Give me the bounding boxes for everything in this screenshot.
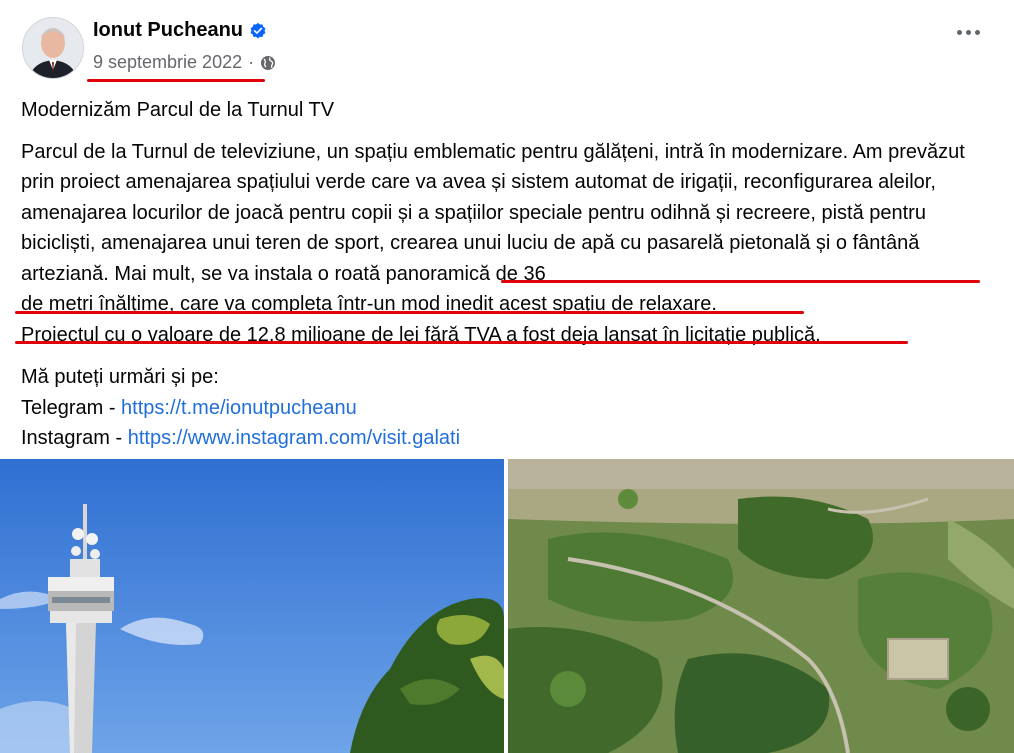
park-aerial-image xyxy=(508,459,1014,753)
post-date[interactable]: 9 septembrie 2022 xyxy=(93,52,242,73)
instagram-label: Instagram - xyxy=(21,427,128,449)
telegram-label: Telegram - xyxy=(21,396,122,419)
more-options-icon[interactable] xyxy=(957,30,980,35)
annotation-underline-1 xyxy=(501,280,980,283)
photo-park-aerial[interactable] xyxy=(508,459,1014,753)
telegram-line: Telegram - https://t.me/ionutpucheanu xyxy=(21,393,996,424)
post-body: Modernizăm Parcul de la Turnul TV Parcul… xyxy=(21,95,996,454)
telegram-link[interactable]: https://t.me/ionutpucheanu xyxy=(121,397,357,419)
avatar-photo xyxy=(23,18,83,78)
post-header: Ionut Pucheanu 9 septembrie 2022 · xyxy=(0,0,1014,90)
follow-intro: Mă puteți urmări și pe: xyxy=(21,366,219,388)
verified-badge-icon xyxy=(250,22,266,38)
instagram-line: Instagram - https://www.instagram.com/vi… xyxy=(21,423,996,454)
tv-tower-image xyxy=(0,459,504,753)
instagram-link[interactable]: https://www.instagram.com/visit.galati xyxy=(128,427,460,449)
annotation-underline-3 xyxy=(15,341,908,344)
author-avatar[interactable] xyxy=(22,17,84,79)
photo-tv-tower[interactable] xyxy=(0,459,504,753)
meta-separator: · xyxy=(248,52,255,72)
post-photos xyxy=(0,459,1014,753)
highlight-ferris-wheel: Mai mult, se va instala o roată panorami… xyxy=(114,262,546,285)
author-name[interactable]: Ionut Pucheanu xyxy=(93,19,243,42)
post-paragraph: Parcul de la Turnul de televiziune, un s… xyxy=(21,137,996,351)
post-title: Modernizăm Parcul de la Turnul TV xyxy=(21,99,335,121)
globe-icon[interactable] xyxy=(260,55,276,71)
date-annotation-underline xyxy=(87,79,265,82)
annotation-underline-2 xyxy=(15,311,804,314)
